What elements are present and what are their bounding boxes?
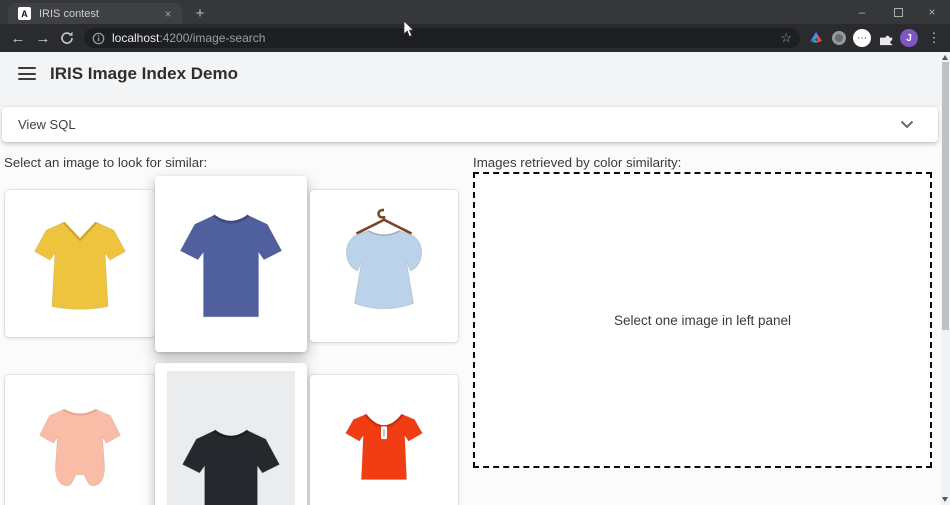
yellow-vneck-tshirt-icon bbox=[22, 206, 138, 322]
peach-onesie-icon bbox=[21, 389, 139, 505]
site-info-icon[interactable] bbox=[92, 32, 105, 45]
extension-dots-icon[interactable]: ⋯ bbox=[852, 24, 872, 52]
browser-tab[interactable]: A IRIS contest × bbox=[8, 3, 182, 24]
product-card-yellow-tshirt[interactable] bbox=[5, 190, 155, 337]
page-title: IRIS Image Index Demo bbox=[50, 64, 238, 84]
hamburger-menu-icon[interactable] bbox=[18, 67, 36, 80]
extension-gray-icon[interactable] bbox=[830, 24, 848, 52]
tab-favicon-icon: A bbox=[18, 7, 31, 20]
right-panel-heading: Images retrieved by color similarity: bbox=[473, 155, 681, 170]
url-text: localhost:4200/image-search bbox=[112, 31, 265, 45]
lightblue-blouse-icon bbox=[325, 205, 443, 327]
reload-icon bbox=[60, 31, 74, 45]
mouse-cursor bbox=[403, 20, 415, 38]
page-scrollbar[interactable] bbox=[941, 52, 950, 505]
product-card-blue-tshirt[interactable] bbox=[155, 176, 307, 352]
page-content: IRIS Image Index Demo View SQL Select an… bbox=[0, 52, 941, 505]
back-button[interactable]: ← bbox=[6, 24, 30, 52]
scrollbar-up-icon[interactable] bbox=[942, 55, 948, 60]
extensions-puzzle-icon[interactable] bbox=[878, 24, 896, 52]
scrollbar-thumb[interactable] bbox=[942, 62, 949, 330]
reload-button[interactable] bbox=[55, 24, 79, 52]
view-sql-expansion-panel[interactable]: View SQL bbox=[2, 107, 938, 142]
window-close-button[interactable]: × bbox=[916, 0, 948, 24]
blue-tshirt-icon bbox=[165, 194, 297, 334]
new-tab-button[interactable]: + bbox=[190, 4, 210, 24]
bookmark-star-icon[interactable]: ☆ bbox=[780, 30, 792, 46]
product-card-lightblue-blouse[interactable] bbox=[310, 190, 458, 342]
black-tshirt-icon bbox=[168, 377, 294, 505]
forward-button[interactable]: → bbox=[31, 24, 55, 52]
orange-croptop-icon bbox=[324, 389, 444, 505]
results-dropzone: Select one image in left panel bbox=[473, 172, 932, 468]
browser-menu-icon[interactable]: ⋮ bbox=[925, 24, 943, 52]
tab-close-icon[interactable]: × bbox=[160, 7, 176, 21]
window-minimize-button[interactable]: – bbox=[846, 0, 878, 24]
product-card-orange-croptop[interactable] bbox=[310, 375, 458, 505]
view-sql-label: View SQL bbox=[18, 117, 900, 132]
tab-title: IRIS contest bbox=[39, 8, 160, 20]
window-maximize-button[interactable] bbox=[882, 0, 914, 24]
scrollbar-down-icon[interactable] bbox=[942, 497, 948, 502]
app-header-zone: IRIS Image Index Demo bbox=[0, 52, 941, 107]
browser-window: A IRIS contest × + – × ← → localhost:420… bbox=[0, 0, 950, 505]
url-bar[interactable]: localhost:4200/image-search ☆ bbox=[84, 28, 800, 48]
maximize-icon bbox=[894, 8, 903, 17]
chevron-down-icon bbox=[900, 120, 914, 129]
extension-colorful-icon[interactable] bbox=[807, 24, 825, 52]
browser-toolbar: ← → localhost:4200/image-search ☆ bbox=[0, 24, 950, 52]
profile-avatar[interactable]: J bbox=[899, 24, 919, 52]
browser-tabstrip: A IRIS contest × + – × bbox=[0, 0, 950, 24]
black-tshirt-photo bbox=[167, 371, 295, 505]
left-panel-heading: Select an image to look for similar: bbox=[4, 155, 207, 170]
product-card-black-tshirt[interactable] bbox=[155, 363, 307, 505]
app-toolbar: IRIS Image Index Demo bbox=[0, 52, 941, 95]
url-host: localhost bbox=[112, 31, 159, 45]
results-placeholder-text: Select one image in left panel bbox=[614, 313, 791, 328]
url-path: :4200/image-search bbox=[159, 31, 265, 45]
product-card-peach-onesie[interactable] bbox=[5, 375, 155, 505]
